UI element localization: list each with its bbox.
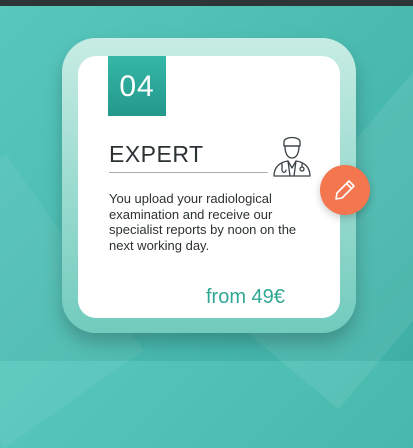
title-divider [109, 172, 268, 173]
top-bar [0, 0, 413, 6]
edit-button[interactable] [320, 165, 370, 215]
price-label: from 49€ [206, 286, 285, 308]
card-description: You upload your radiological examination… [109, 191, 297, 253]
doctor-icon [268, 132, 316, 178]
pencil-icon [335, 180, 355, 200]
step-number-badge: 04 [108, 56, 166, 116]
card-title: EXPERT [109, 141, 204, 167]
